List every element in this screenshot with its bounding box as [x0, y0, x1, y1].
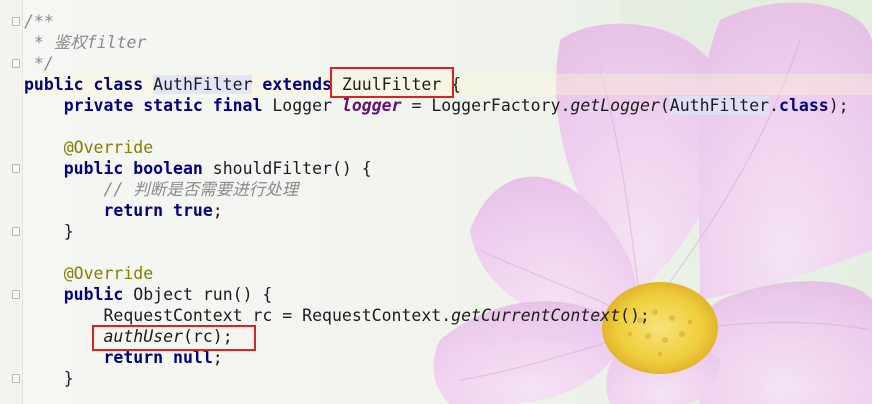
- code-token: = LoggerFactory.: [401, 96, 571, 115]
- code-token: return true: [103, 201, 213, 220]
- code-token: public class: [24, 75, 154, 94]
- code-token: /**: [24, 12, 54, 31]
- code-line[interactable]: public Object run() {: [24, 284, 872, 305]
- fold-marker-icon[interactable]: [12, 17, 20, 26]
- annotation-box-zuulfilter: [330, 67, 454, 98]
- code-line[interactable]: * 鉴权filter: [24, 32, 872, 53]
- code-line[interactable]: @Override: [24, 137, 872, 158]
- code-token: .: [769, 96, 780, 115]
- code-line[interactable]: public boolean shouldFilter() {: [24, 158, 872, 179]
- code-line[interactable]: }: [24, 368, 872, 389]
- editor-gutter: [0, 0, 23, 404]
- code-line[interactable]: @Override: [24, 263, 872, 284]
- code-token: // 判断是否需要进行处理: [103, 180, 299, 199]
- code-token: }: [24, 222, 74, 241]
- code-token: Logger: [272, 96, 342, 115]
- code-line[interactable]: return true;: [24, 200, 872, 221]
- code-token: ();: [620, 306, 650, 325]
- code-token: @Override: [63, 138, 154, 157]
- code-token: );: [828, 96, 849, 115]
- code-token: * 鉴权filter: [24, 33, 147, 52]
- code-token: getCurrentContext: [451, 306, 621, 325]
- code-token: ;: [212, 201, 223, 220]
- code-line[interactable]: RequestContext rc = RequestContext.getCu…: [24, 305, 872, 326]
- code-token: Object run() {: [133, 285, 273, 304]
- code-token: public: [63, 285, 134, 304]
- code-token: */: [24, 54, 54, 73]
- code-line[interactable]: private static final Logger logger = Log…: [24, 95, 872, 116]
- fold-marker-icon[interactable]: [12, 290, 20, 299]
- code-token: AuthFilter: [153, 75, 253, 94]
- code-token: @Override: [63, 264, 154, 283]
- code-token: logger: [341, 96, 402, 115]
- fold-marker-icon[interactable]: [12, 164, 20, 173]
- code-line[interactable]: [24, 242, 872, 263]
- code-token: (: [659, 96, 670, 115]
- code-token: public boolean: [63, 159, 213, 178]
- code-token: private static final: [63, 96, 273, 115]
- code-token: shouldFilter() {: [212, 159, 372, 178]
- code-token: getLogger: [570, 96, 660, 115]
- code-line[interactable]: [24, 116, 872, 137]
- fold-marker-icon[interactable]: [12, 227, 20, 236]
- code-line[interactable]: // 判断是否需要进行处理: [24, 179, 872, 200]
- code-token: extends: [262, 75, 332, 94]
- code-token: }: [24, 369, 74, 388]
- code-token: AuthFilter: [669, 96, 770, 115]
- fold-marker-icon[interactable]: [12, 374, 20, 383]
- fold-marker-icon[interactable]: [12, 59, 20, 68]
- annotation-box-authuser: [92, 325, 256, 351]
- code-token: RequestContext rc = RequestContext.: [24, 306, 452, 325]
- code-line[interactable]: /**: [24, 11, 872, 32]
- code-token: class: [779, 96, 829, 115]
- code-line[interactable]: }: [24, 221, 872, 242]
